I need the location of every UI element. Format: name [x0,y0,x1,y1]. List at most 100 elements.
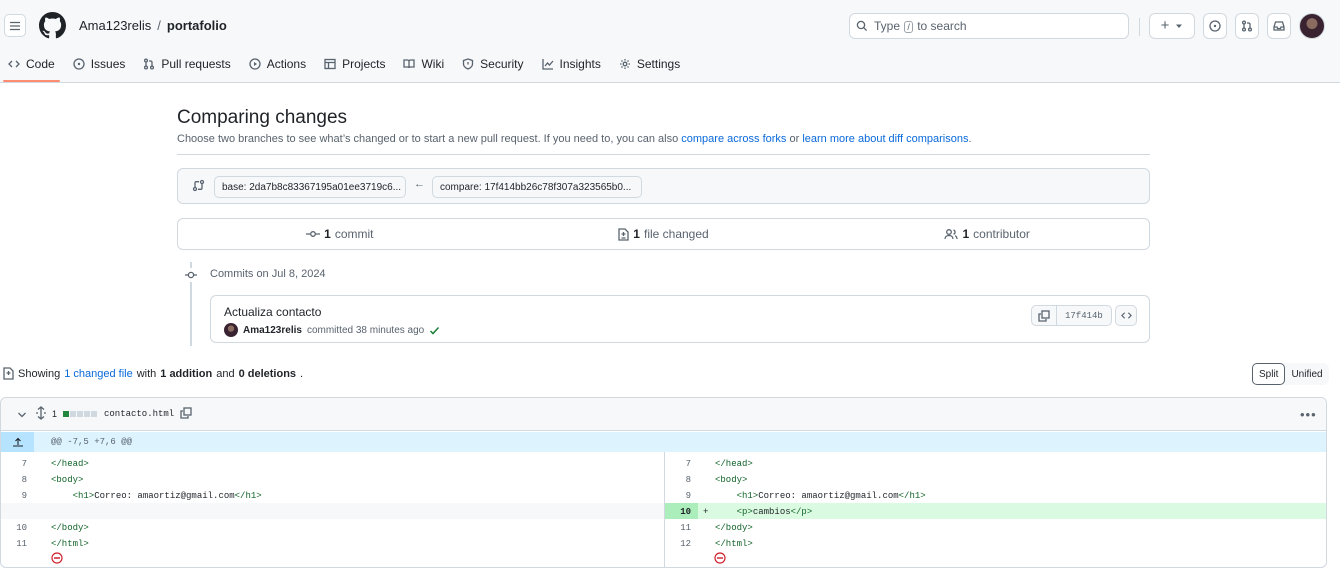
repo-header: Ama123relis / portafolio Type / to searc… [0,0,1340,83]
search-placeholder-before: Type [874,19,901,33]
diff-line-added: 10 + <p>cambios</p> [665,503,1326,519]
page-subtitle: Choose two branches to see what’s change… [177,133,972,145]
compare-branch-label: compare: 17f414bb26c78f307a323565b0... [440,181,632,193]
inbox-button[interactable] [1267,13,1291,39]
commit-author[interactable]: Ama123relis [243,325,302,336]
line-number[interactable]: 11 [665,523,691,533]
stat-commits[interactable]: 1 commit [178,227,502,241]
no-newline-icon [51,552,63,564]
code-text: </html> [51,539,89,549]
line-number[interactable]: 12 [665,539,691,549]
commit-item: Actualiza contacto Ama123relis committed… [210,295,1150,343]
tab-actions[interactable]: Actions [241,53,314,75]
git-commit-icon [306,231,321,237]
repo-nav-tabs: Code Issues Pull requests Actions Projec… [0,53,690,83]
contributors-label: contributor [973,227,1030,241]
unfold-icon[interactable] [35,406,47,420]
base-branch-select[interactable]: base: 2da7b8c83367195a01ee3719c6... [214,176,406,198]
commit-title-link[interactable]: Actualiza contacto [224,305,321,319]
check-icon[interactable] [429,325,440,336]
line-number[interactable]: 11 [1,539,27,549]
issues-button[interactable] [1203,13,1227,39]
line-number[interactable]: 9 [1,491,27,501]
kebab-horizontal-icon[interactable]: ••• [1300,407,1317,422]
code-text: </html> [715,539,753,549]
tab-code[interactable]: Code [0,53,63,75]
book-icon [403,59,416,69]
file-diff: 1 contacto.html ••• @@ -7,5 +7,6 @@ 7 </h… [0,397,1327,568]
learn-diff-comparisons-link[interactable]: learn more about diff comparisons [802,133,968,145]
menu-button[interactable] [4,14,26,37]
tab-label: Settings [636,57,681,71]
tab-wiki[interactable]: Wiki [395,53,452,75]
tab-label: Projects [342,57,386,71]
author-avatar[interactable] [224,323,238,337]
copy-sha-button[interactable] [1032,306,1057,325]
unified-view-button[interactable]: Unified [1285,363,1328,385]
github-logo-icon[interactable] [39,12,66,39]
file-diff-icon [3,367,14,380]
tab-label: Code [26,57,55,71]
file-changes-count: 1 [52,409,58,419]
line-number[interactable]: 8 [1,475,27,485]
tab-label: Issues [90,57,126,71]
summary-and: and [216,367,235,380]
tab-issues[interactable]: Issues [65,53,134,75]
commit-sha-group: 17f414b [1031,305,1112,326]
diff-line: 11 </body> [665,519,1326,535]
summary-prefix: Showing [18,367,61,380]
files-label: file changed [643,227,709,241]
tab-pull-requests[interactable]: Pull requests [135,53,238,75]
repo-link[interactable]: portafolio [167,18,227,33]
commit-sha-link[interactable]: 17f414b [1057,306,1111,325]
tab-label: Security [480,57,524,71]
tab-insights[interactable]: Insights [534,53,609,75]
git-pull-request-icon [1241,20,1253,32]
deletions-count: 0 deletions [238,367,297,380]
split-view-button[interactable]: Split [1252,363,1286,385]
line-number[interactable]: 7 [665,459,691,469]
diff-sign: + [703,507,709,517]
line-number[interactable]: 10 [1,523,27,533]
subtitle-text: Choose two branches to see what’s change… [177,133,679,145]
pull-requests-button[interactable] [1235,13,1259,39]
commits-count: 1 [324,227,331,241]
base-branch-label: base: 2da7b8c83367195a01ee3719c6... [222,181,402,193]
create-new-button[interactable]: + [1149,13,1195,39]
changed-files-link[interactable]: 1 changed file [64,368,133,380]
diffstat-neutral-block [77,411,83,417]
compare-branch-select[interactable]: compare: 17f414bb26c78f307a323565b0... [432,176,642,198]
file-name-link[interactable]: contacto.html [104,409,174,419]
hunk-header-text: @@ -7,5 +7,6 @@ [51,437,133,447]
user-avatar[interactable] [1299,13,1325,39]
line-number[interactable]: 9 [665,491,691,501]
stat-contributors[interactable]: 1 contributor [825,227,1149,241]
no-newline-icon [714,552,726,564]
copy-icon[interactable] [180,407,192,419]
chevron-down-icon[interactable] [17,410,27,420]
divider [177,154,1150,155]
hamburger-icon [10,21,20,30]
tab-security[interactable]: Security [454,53,531,75]
line-number[interactable]: 8 [665,475,691,485]
table-icon [324,58,336,70]
diff-line: 7 </head> [665,455,1326,471]
stat-files[interactable]: 1 file changed [502,227,826,241]
commits-label: commit [334,227,374,241]
issue-opened-icon [1209,20,1221,32]
tab-settings[interactable]: Settings [611,53,688,75]
line-number[interactable]: 7 [1,459,27,469]
git-commit-icon [184,268,198,282]
tab-projects[interactable]: Projects [316,53,393,75]
diff-line-empty [1,503,664,519]
browse-files-button[interactable] [1115,305,1137,326]
breadcrumb-separator: / [157,18,161,33]
search-input[interactable]: Type / to search [849,13,1129,39]
fold-up-icon [12,437,23,447]
line-number[interactable]: 10 [665,507,691,517]
breadcrumb: Ama123relis / portafolio [79,18,227,33]
compare-across-forks-link[interactable]: compare across forks [681,133,786,145]
inbox-icon [1273,21,1285,31]
owner-link[interactable]: Ama123relis [79,18,151,33]
expand-up-button[interactable] [1,432,34,452]
